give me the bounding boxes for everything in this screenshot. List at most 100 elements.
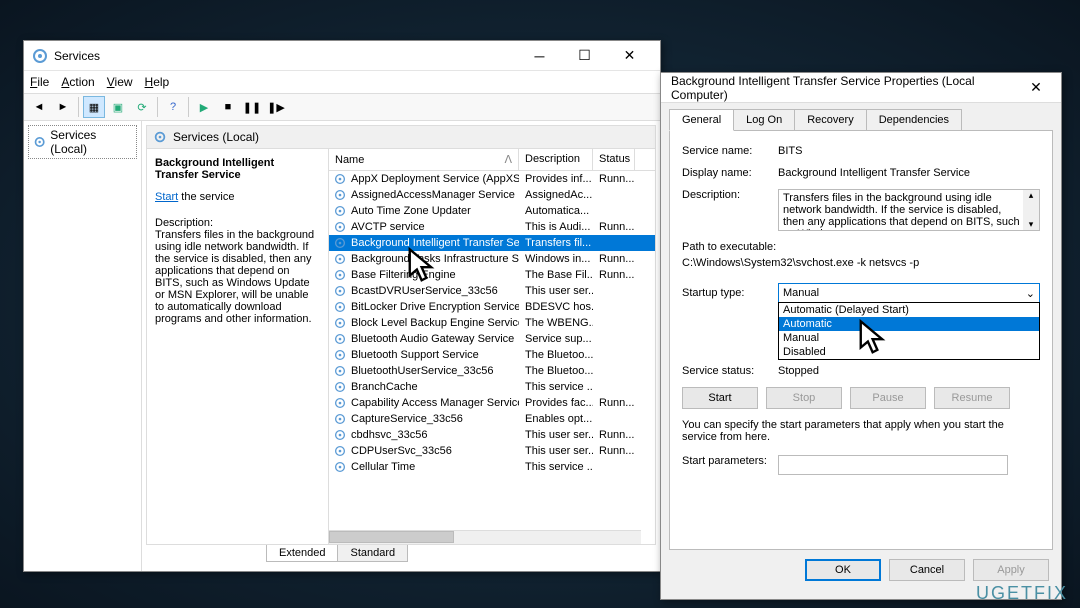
service-description: This is Audi...: [519, 221, 593, 233]
service-status: Runn...: [593, 221, 635, 233]
show-hide-button[interactable]: ▦: [83, 96, 105, 118]
service-row[interactable]: CaptureService_33c56Enables opt...: [329, 411, 655, 427]
label-display-name: Display name:: [682, 167, 778, 179]
menu-help[interactable]: Help: [145, 75, 170, 89]
service-name: AssignedAccessManager Service: [351, 189, 515, 201]
dropdown-option[interactable]: Disabled: [779, 345, 1039, 359]
service-status: Runn...: [593, 269, 635, 281]
service-row[interactable]: AppX Deployment Service (AppXSVC)Provide…: [329, 171, 655, 187]
service-row[interactable]: BcastDVRUserService_33c56This user ser..…: [329, 283, 655, 299]
service-name: cbdhsvc_33c56: [351, 429, 427, 441]
column-description[interactable]: Description: [519, 149, 593, 170]
titlebar[interactable]: Services ─ ☐ ✕: [24, 41, 660, 71]
horizontal-scrollbar[interactable]: [329, 530, 641, 544]
service-name: BcastDVRUserService_33c56: [351, 285, 498, 297]
service-description: The WBENG...: [519, 317, 593, 329]
tab-extended[interactable]: Extended: [266, 545, 338, 562]
service-name: Auto Time Zone Updater: [351, 205, 471, 217]
service-name: Block Level Backup Engine Service: [351, 317, 519, 329]
service-row[interactable]: Auto Time Zone UpdaterAutomatica...: [329, 203, 655, 219]
service-row[interactable]: AVCTP service This is Audi...Runn...: [329, 219, 655, 235]
menu-view[interactable]: View: [107, 75, 133, 89]
service-row[interactable]: Base Filtering EngineThe Base Fil...Runn…: [329, 267, 655, 283]
pause-button[interactable]: ❚❚: [241, 96, 263, 118]
service-description: BDESVC hos...: [519, 301, 593, 313]
service-row[interactable]: Background Intelligent Transfer ServiceT…: [329, 235, 655, 251]
service-description: Transfers fil...: [519, 237, 593, 249]
dialog-close-button[interactable]: ✕: [1021, 79, 1051, 96]
description-scrollbar[interactable]: ▴▾: [1023, 190, 1039, 230]
maximize-button[interactable]: ☐: [562, 42, 607, 70]
service-row[interactable]: AssignedAccessManager Service AssignedAc.…: [329, 187, 655, 203]
help-button[interactable]: ?: [162, 96, 184, 118]
refresh-button[interactable]: ⟳: [131, 96, 153, 118]
tab-logon[interactable]: Log On: [733, 109, 795, 131]
service-name: AVCTP service: [351, 221, 425, 233]
tab-general[interactable]: General: [669, 109, 734, 131]
service-row[interactable]: Bluetooth Audio Gateway ServiceService s…: [329, 331, 655, 347]
toolbar: ◄ ► ▦ ▣ ⟳ ? ▶ ■ ❚❚ ❚▶: [24, 93, 660, 121]
back-button[interactable]: ◄: [28, 96, 50, 118]
sort-icon: ᐱ: [504, 153, 512, 166]
service-description: Provides inf...: [519, 173, 593, 185]
service-name: AppX Deployment Service (AppXSVC): [351, 173, 519, 185]
play-button[interactable]: ▶: [193, 96, 215, 118]
service-row[interactable]: Cellular TimeThis service ...: [329, 459, 655, 475]
gear-icon: [333, 428, 347, 442]
window-title: Services: [54, 49, 517, 63]
list-header: Nameᐱ Description Status: [329, 149, 655, 171]
tab-recovery[interactable]: Recovery: [794, 109, 866, 131]
service-status: Runn...: [593, 445, 635, 457]
value-path: C:\Windows\System32\svchost.exe -k netsv…: [682, 257, 1040, 269]
startup-type-dropdown: Automatic (Delayed Start)AutomaticManual…: [778, 302, 1040, 360]
menu-file[interactable]: File: [30, 75, 49, 89]
description-textbox[interactable]: Transfers files in the background using …: [778, 189, 1040, 231]
restart-button[interactable]: ❚▶: [265, 96, 287, 118]
tab-standard[interactable]: Standard: [337, 545, 408, 562]
service-row[interactable]: BluetoothUserService_33c56The Bluetoo...: [329, 363, 655, 379]
service-name: CDPUserSvc_33c56: [351, 445, 452, 457]
gear-icon: [333, 412, 347, 426]
service-row[interactable]: CDPUserSvc_33c56This user ser...Runn...: [329, 443, 655, 459]
service-row[interactable]: Block Level Backup Engine ServiceThe WBE…: [329, 315, 655, 331]
start-params-input[interactable]: [778, 455, 1008, 475]
service-row[interactable]: BranchCacheThis service ...: [329, 379, 655, 395]
desc-label: Description:: [155, 217, 320, 229]
gear-icon: [333, 268, 347, 282]
minimize-button[interactable]: ─: [517, 42, 562, 70]
forward-button[interactable]: ►: [52, 96, 74, 118]
service-description: AssignedAc...: [519, 189, 593, 201]
dropdown-option[interactable]: Automatic (Delayed Start): [779, 303, 1039, 317]
label-service-status: Service status:: [682, 365, 778, 377]
column-name[interactable]: Nameᐱ: [329, 149, 519, 170]
gear-icon: [333, 444, 347, 458]
service-row[interactable]: cbdhsvc_33c56This user ser...Runn...: [329, 427, 655, 443]
ok-button[interactable]: OK: [805, 559, 881, 581]
dropdown-option[interactable]: Automatic: [779, 317, 1039, 331]
startup-type-select[interactable]: Manual ⌄: [778, 283, 1040, 303]
export-button[interactable]: ▣: [107, 96, 129, 118]
services-window: Services ─ ☐ ✕ File Action View Help ◄ ►…: [23, 40, 661, 572]
service-name: CaptureService_33c56: [351, 413, 463, 425]
stop-button[interactable]: ■: [217, 96, 239, 118]
tree-item-services-local[interactable]: Services (Local): [28, 125, 137, 159]
tree-pane: Services (Local): [24, 121, 142, 571]
service-name: BitLocker Drive Encryption Service: [351, 301, 519, 313]
cancel-button[interactable]: Cancel: [889, 559, 965, 581]
start-link[interactable]: Start: [155, 191, 178, 203]
label-startup-type: Startup type:: [682, 287, 778, 299]
service-row[interactable]: Bluetooth Support ServiceThe Bluetoo...: [329, 347, 655, 363]
start-button[interactable]: Start: [682, 387, 758, 409]
column-status[interactable]: Status: [593, 149, 635, 170]
close-button[interactable]: ✕: [607, 42, 652, 70]
watermark: UGETFIX: [976, 583, 1068, 604]
menu-action[interactable]: Action: [61, 75, 94, 89]
dropdown-option[interactable]: Manual: [779, 331, 1039, 345]
tab-dependencies[interactable]: Dependencies: [866, 109, 962, 131]
service-row[interactable]: Background Tasks Infrastructure ServiceW…: [329, 251, 655, 267]
resume-button: Resume: [934, 387, 1010, 409]
service-row[interactable]: BitLocker Drive Encryption ServiceBDESVC…: [329, 299, 655, 315]
label-description: Description:: [682, 189, 778, 201]
service-row[interactable]: Capability Access Manager ServiceProvide…: [329, 395, 655, 411]
dialog-titlebar[interactable]: Background Intelligent Transfer Service …: [661, 73, 1061, 103]
